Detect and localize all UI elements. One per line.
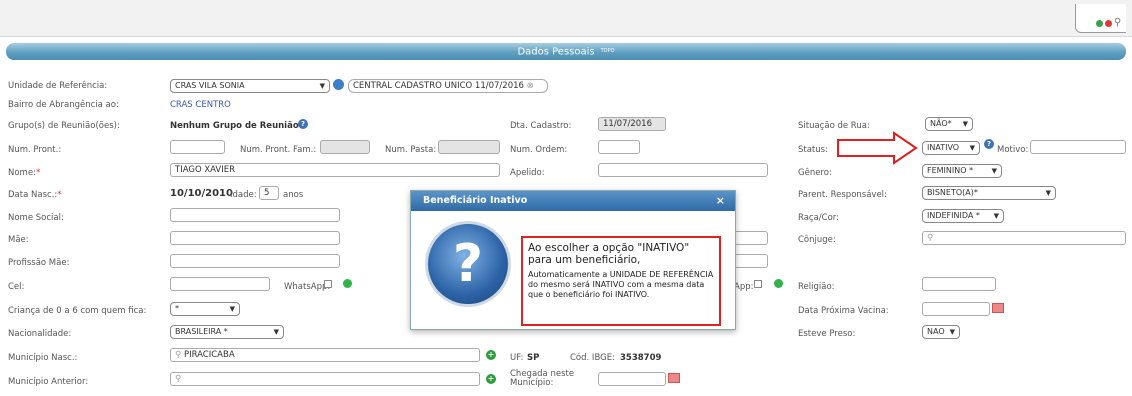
religiao-label: Religião:	[798, 282, 835, 292]
motivo-input[interactable]	[1030, 140, 1126, 154]
profissao-mae-label: Profissão Mãe:	[8, 258, 70, 268]
whatsapp2-label: App:	[734, 282, 754, 292]
idade-input: 5	[259, 186, 279, 200]
mae-label: Mãe:	[8, 235, 29, 245]
genero-select[interactable]: FEMININO * ▼	[922, 164, 1002, 178]
uf-label: UF:	[510, 353, 524, 363]
top-toolbar	[0, 0, 1132, 37]
apelido-input[interactable]	[598, 163, 768, 177]
section-header: Dados Pessoais TOPO	[6, 43, 1126, 60]
uf-value: SP	[527, 353, 540, 363]
motivo-label: Motivo:	[997, 145, 1029, 155]
num-pasta-label: Num. Pasta:	[385, 145, 437, 155]
question-icon: ?	[425, 221, 511, 307]
mae-input[interactable]	[170, 231, 340, 245]
section-title: Dados Pessoais	[517, 46, 595, 58]
remove-icon[interactable]	[1105, 20, 1112, 27]
municipio-nasc-label: Município Nasc.:	[8, 353, 78, 363]
profissao-mae-input[interactable]	[170, 254, 340, 268]
cel-input[interactable]	[170, 277, 270, 291]
annotation-arrow	[837, 131, 918, 165]
data-nasc-label: Data Nasc.:*	[8, 190, 62, 200]
mae-extra-input[interactable]	[734, 231, 768, 245]
inactive-modal: Beneficiário Inativo × ? Ao escolher a o…	[410, 190, 736, 330]
bairro-label: Bairro de Abrangência ao:	[8, 100, 119, 110]
genero-label: Gênero:	[798, 168, 832, 178]
municipio-ant-label: Município Anterior:	[8, 377, 89, 387]
chegada-calendar-icon[interactable]	[668, 373, 680, 383]
num-pront-fam-label: Num. Pront. Fam.:	[240, 145, 317, 155]
topo-link[interactable]: TOPO	[601, 48, 615, 54]
situacao-rua-label: Situação de Rua:	[798, 121, 870, 131]
modal-message-box: Ao escolher a opção "INATIVO" para um be…	[521, 236, 721, 326]
raca-label: Raça/Cor:	[798, 213, 840, 223]
data-vacina-input[interactable]	[922, 302, 990, 316]
add-municipio-ant-icon[interactable]: +	[486, 374, 496, 384]
esteve-preso-label: Esteve Preso:	[798, 329, 856, 339]
calendar-icon[interactable]	[992, 303, 1004, 313]
crianca-select[interactable]: * ▼	[170, 302, 240, 316]
modal-message-title: Ao escolher a opção "INATIVO" para um be…	[528, 242, 690, 266]
search-icon[interactable]: ⚲	[1114, 17, 1121, 28]
num-pasta-input[interactable]	[438, 140, 500, 154]
raca-select[interactable]: INDEFINIDA * ▼	[922, 209, 1004, 223]
nome-social-label: Nome Social:	[8, 213, 64, 223]
bairro-value: CRAS CENTRO	[170, 100, 231, 110]
nacionalidade-select[interactable]: BRASILEIRA * ▼	[170, 325, 284, 339]
nacionalidade-label: Nacionalidade:	[8, 329, 72, 339]
crianca-label: Criança de 0 a 6 com quem fica:	[8, 306, 147, 316]
conjuge-label: Cônjuge:	[798, 235, 836, 245]
info-icon[interactable]	[333, 79, 344, 90]
nome-input[interactable]: TIAGO XAVIER	[170, 163, 500, 177]
anos-label: anos	[283, 190, 304, 200]
municipio-nasc-search[interactable]: ⚲ PIRACICABA	[170, 348, 480, 362]
apelido-label: Apelido:	[510, 168, 545, 178]
parent-select[interactable]: BISNETO(A)* ▼	[922, 186, 1056, 200]
unidade-label: Unidade de Referência:	[8, 81, 108, 91]
num-ordem-label: Num. Ordem:	[510, 145, 568, 155]
whatsapp2-checkbox[interactable]	[754, 280, 762, 288]
religiao-input[interactable]	[922, 277, 996, 291]
chegada-label: Chegada neste Município:	[510, 369, 575, 388]
close-icon[interactable]: ×	[716, 191, 725, 211]
grupo-value: Nenhum Grupo de Reunião	[170, 121, 299, 131]
status-help-icon[interactable]: ?	[984, 139, 994, 149]
modal-title: Beneficiário Inativo	[411, 191, 735, 211]
data-nasc-value: 10/10/2010	[170, 188, 233, 199]
add-municipio-icon[interactable]: +	[486, 350, 496, 360]
conjuge-search[interactable]: ⚲	[922, 231, 1126, 245]
toolbar-icons-panel: ⚲	[1075, 4, 1126, 33]
modal-message-body: Automaticamente a UNIDADE DE REFERÊNCIA …	[528, 270, 714, 299]
num-ordem-input[interactable]	[598, 140, 640, 154]
situacao-rua-select[interactable]: NÃO* ▼	[925, 117, 973, 131]
status-select[interactable]: INATIVO ▼	[922, 141, 980, 155]
cel-label: Cel:	[8, 282, 25, 292]
chegada-input[interactable]	[598, 372, 666, 386]
idade-label: Idade:	[230, 190, 257, 200]
num-pront-input[interactable]	[170, 140, 225, 154]
esteve-preso-select[interactable]: NAO ▼	[922, 325, 960, 339]
nome-social-input[interactable]	[170, 208, 340, 222]
dta-cadastro-label: Dta. Cadastro:	[510, 121, 572, 131]
nome-label: Nome:*	[8, 168, 41, 178]
whatsapp-icon	[343, 279, 352, 288]
grupo-label: Grupo(s) de Reunião(ões):	[8, 121, 120, 131]
ibge-label: Cód. IBGE:	[570, 353, 615, 363]
dta-cadastro-field: 11/07/2016	[598, 117, 666, 131]
add-icon[interactable]	[1096, 20, 1103, 27]
whatsapp-checkbox[interactable]	[324, 280, 332, 288]
data-vacina-label: Data Próxima Vacina:	[798, 306, 889, 316]
municipio-ant-search[interactable]: ⚲	[170, 372, 480, 386]
unidade-select[interactable]: CRAS VILA SONIA ▼	[170, 79, 330, 93]
ibge-value: 3538709	[620, 353, 662, 363]
parent-label: Parent. Responsável:	[798, 190, 887, 200]
whatsapp2-icon	[774, 279, 783, 288]
num-pront-label: Num. Pront.:	[8, 145, 62, 155]
help-icon[interactable]: ?	[298, 119, 308, 129]
num-pront-fam-input[interactable]	[320, 140, 370, 154]
status-label: Status:	[798, 145, 828, 155]
central-field: CENTRAL CADASTRO UNICO 11/07/2016 ⊗	[348, 79, 548, 93]
profissao-extra-input[interactable]	[734, 254, 768, 268]
